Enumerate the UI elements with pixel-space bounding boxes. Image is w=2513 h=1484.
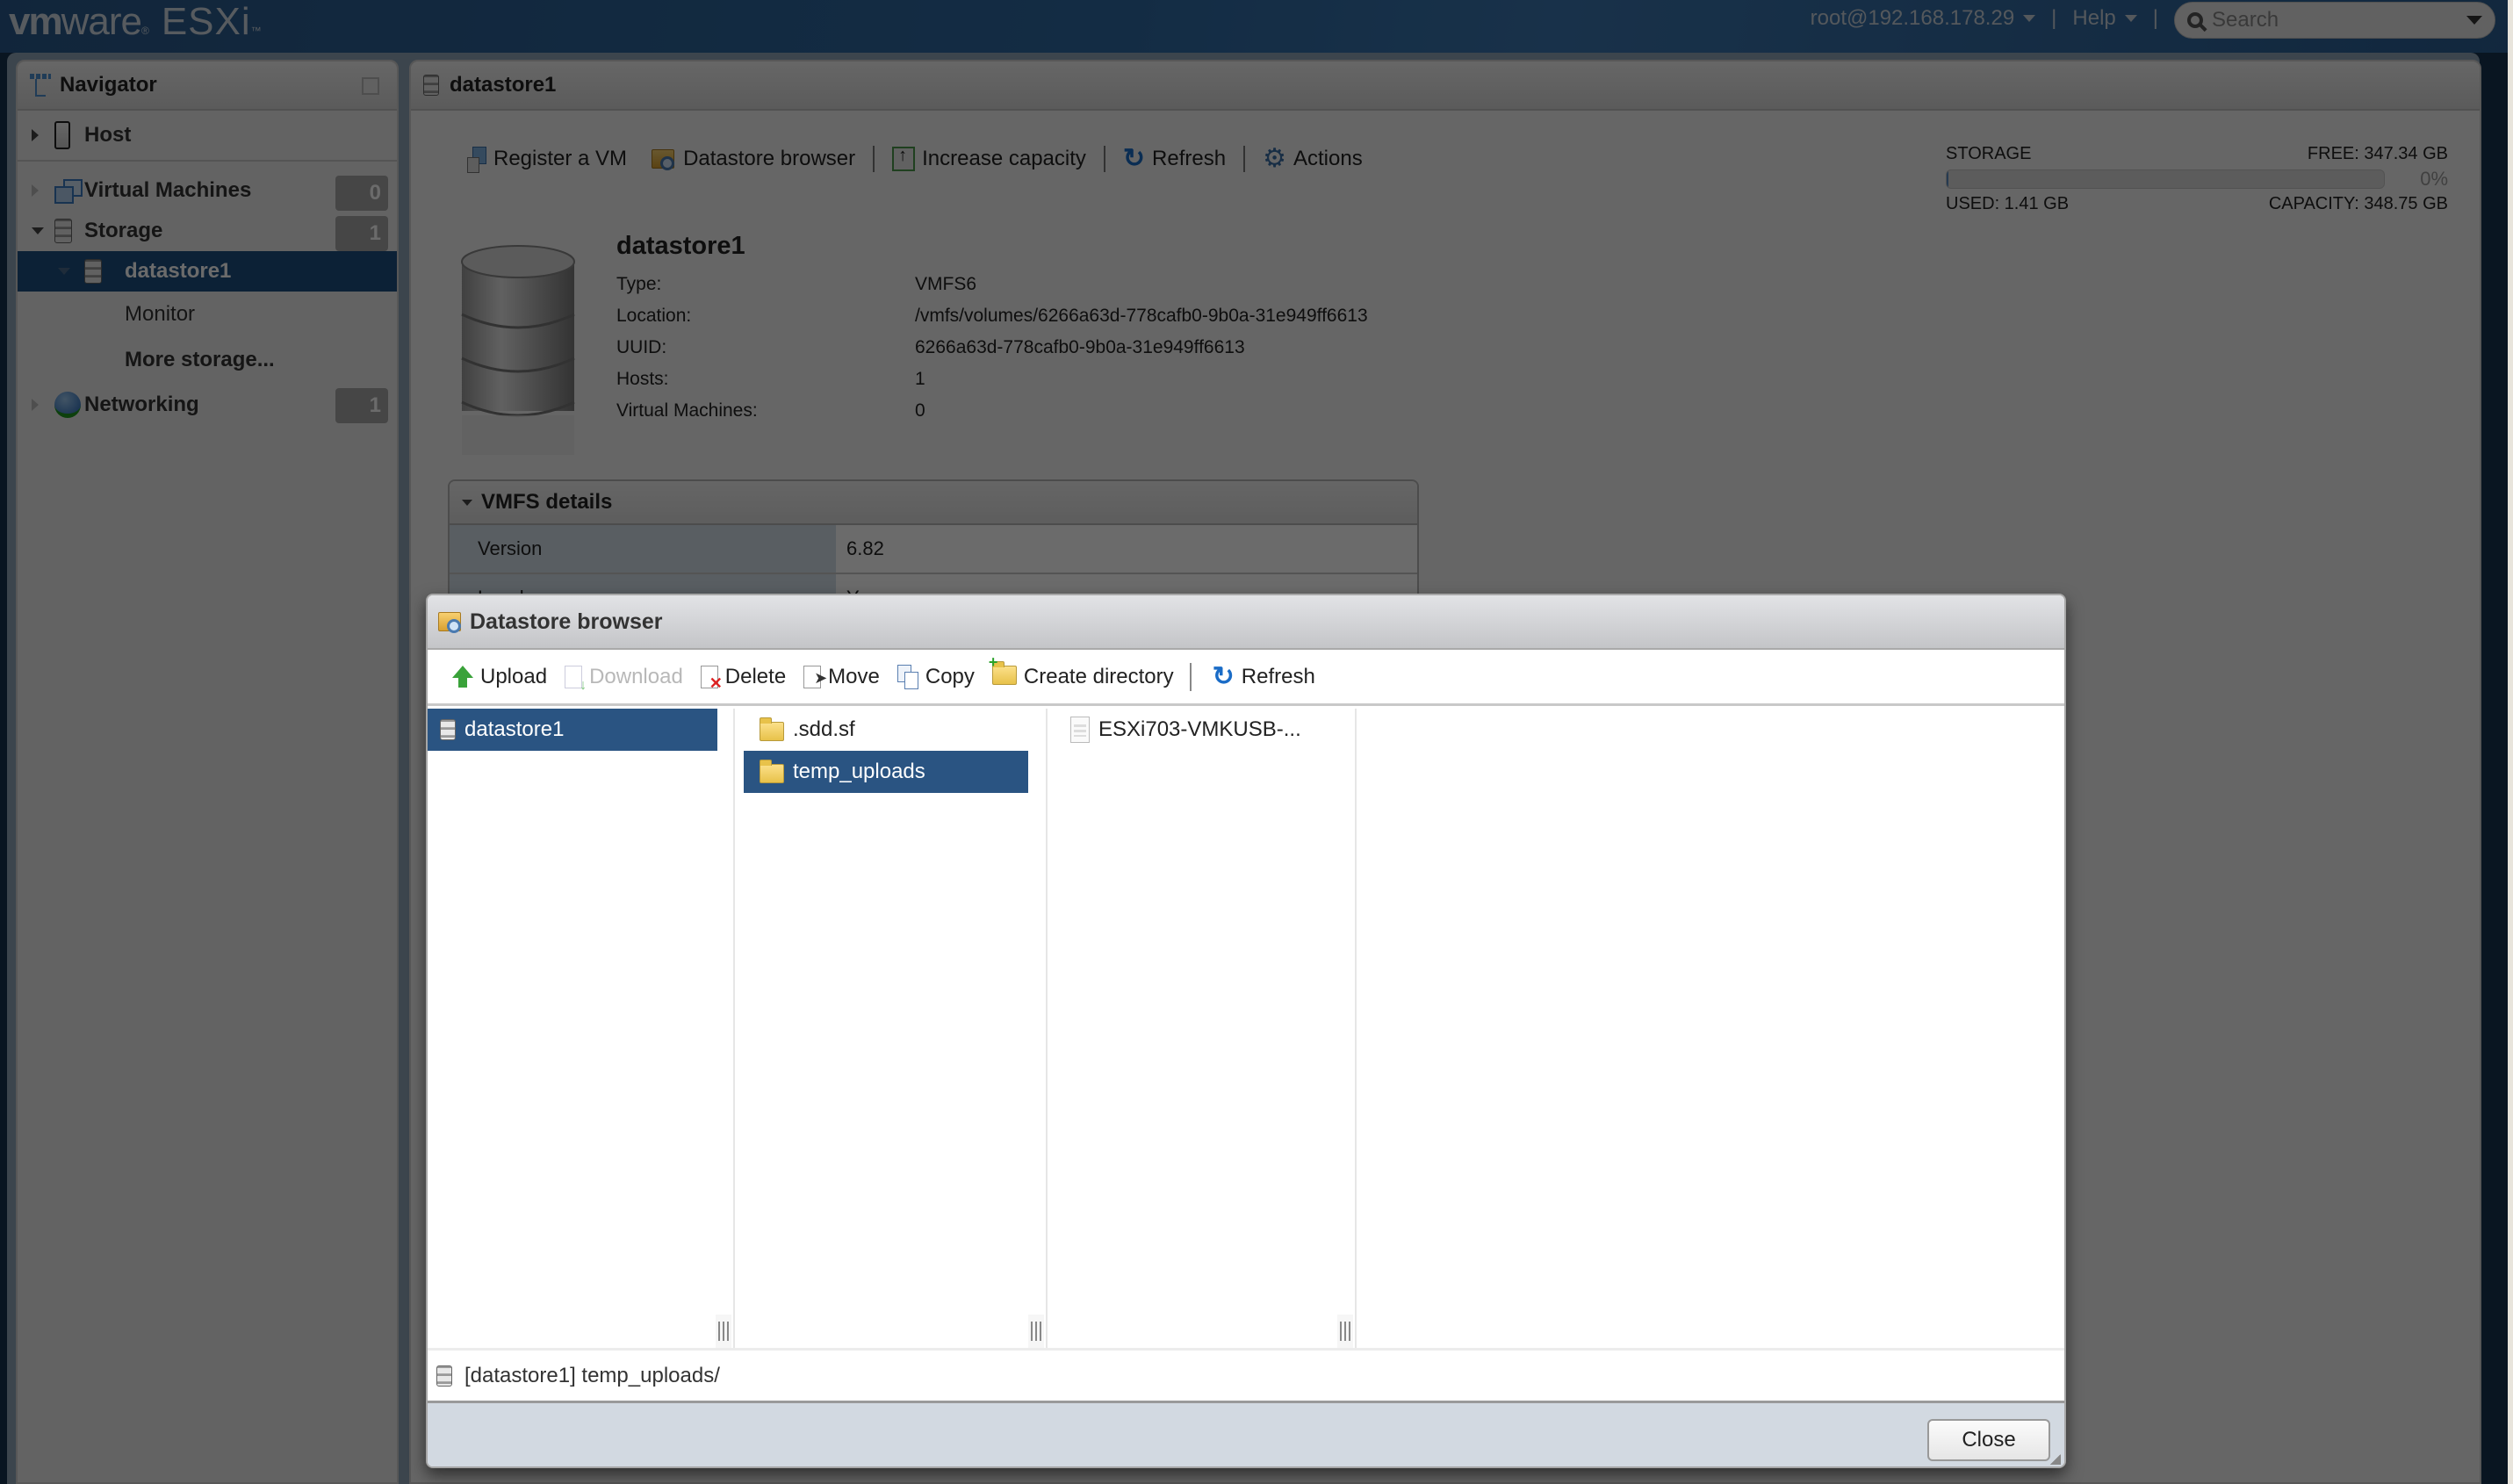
datastore-browser-icon <box>438 610 463 633</box>
copy-button[interactable]: Copy <box>889 664 983 689</box>
list-item-sdd-sf[interactable]: .sdd.sf <box>744 709 1039 751</box>
button-label: Download <box>589 664 683 688</box>
browser-columns: datastore1 .sdd.sf temp_uploads ESXi703-… <box>428 709 2064 1348</box>
button-label: Create directory <box>1023 664 1174 688</box>
current-path: [datastore1] temp_uploads/ <box>464 1363 720 1387</box>
create-directory-icon: + <box>989 653 1017 689</box>
folder-column: .sdd.sf temp_uploads <box>735 709 1048 1348</box>
delete-button[interactable]: ✕ Delete <box>692 664 795 691</box>
column-resize-handle[interactable] <box>716 1315 731 1348</box>
list-item-datastore1[interactable]: datastore1 <box>428 709 717 751</box>
dialog-footer: Close <box>428 1401 2064 1466</box>
dialog-toolbar: Upload ↓ Download ✕ Delete ➤ Move Copy +… <box>428 650 2064 706</box>
folder-icon <box>760 717 784 741</box>
entry-label: .sdd.sf <box>793 717 855 741</box>
column-resize-handle[interactable] <box>1028 1315 1044 1348</box>
file-icon <box>1070 717 1090 743</box>
list-item-temp-uploads[interactable]: temp_uploads <box>744 751 1028 793</box>
dialog-title: Datastore browser <box>470 609 663 634</box>
refresh-icon: ↻ <box>1212 661 1235 691</box>
datastore-column: datastore1 <box>428 709 735 1348</box>
datastore-icon <box>440 719 456 740</box>
folder-icon <box>760 760 784 783</box>
button-label: Refresh <box>1241 664 1315 688</box>
download-icon: ↓ <box>565 665 587 692</box>
delete-icon: ✕ <box>700 665 723 691</box>
entry-label: temp_uploads <box>793 760 925 783</box>
move-icon: ➤ <box>803 665 827 688</box>
window-edge <box>2508 0 2513 1484</box>
button-label: Move <box>828 664 880 688</box>
resize-grip-icon[interactable] <box>2050 1454 2061 1465</box>
button-label: Upload <box>480 664 548 688</box>
list-item-file[interactable]: ESXi703-VMKUSB-... <box>1056 709 1346 751</box>
path-bar: [datastore1] temp_uploads/ <box>428 1348 2064 1401</box>
upload-button[interactable]: Upload <box>443 665 556 689</box>
copy-icon <box>896 664 918 689</box>
entry-label: ESXi703-VMKUSB-... <box>1098 717 1301 741</box>
datastore-browser-dialog: Datastore browser Upload ↓ Download ✕ De… <box>426 594 2066 1468</box>
move-button[interactable]: ➤ Move <box>795 665 889 689</box>
button-label: Delete <box>724 664 787 688</box>
column-resize-handle[interactable] <box>1337 1315 1353 1348</box>
details-column <box>1357 709 2064 1348</box>
close-button[interactable]: Close <box>1927 1419 2050 1461</box>
dialog-title-bar[interactable]: Datastore browser <box>428 595 2064 650</box>
entry-label: datastore1 <box>464 717 565 741</box>
dialog-refresh-button[interactable]: ↻ Refresh <box>1204 661 1324 691</box>
upload-arrow-icon <box>452 665 473 688</box>
datastore-icon <box>436 1365 452 1387</box>
button-label: Copy <box>925 664 975 688</box>
file-column: ESXi703-VMKUSB-... <box>1048 709 1357 1348</box>
create-directory-button[interactable]: + Create directory <box>983 653 1183 689</box>
toolbar-separator <box>1189 662 1192 691</box>
download-button[interactable]: ↓ Download <box>556 664 692 692</box>
